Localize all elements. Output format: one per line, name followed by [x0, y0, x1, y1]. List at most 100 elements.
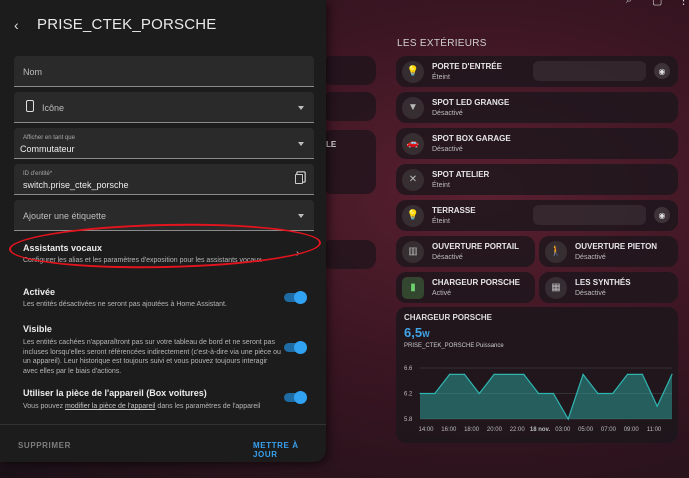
- background-card: [322, 92, 376, 121]
- palette-icon[interactable]: ◉: [654, 207, 670, 223]
- chart-point: [656, 405, 658, 407]
- walk-icon: 🚶: [545, 240, 567, 263]
- chart-point: [582, 373, 584, 375]
- chart-point: [597, 392, 599, 395]
- gate-icon: ▥: [402, 240, 424, 263]
- chart-x-tick-label: 11:00: [647, 427, 662, 433]
- icon-field[interactable]: Icône: [14, 92, 314, 123]
- chart-x-tick-label: 09:00: [624, 427, 640, 433]
- back-arrow-icon[interactable]: ‹: [14, 17, 19, 33]
- show-as-select[interactable]: Afficher en tant que Commutateur: [14, 128, 314, 159]
- update-button[interactable]: METTRE À JOUR: [253, 441, 326, 459]
- power-chart[interactable]: 6.6 6.2 5.8 14:00 16:00 18:00 20:00 22:00 18 nov…: [396, 307, 678, 443]
- tile-spot-led-grange[interactable]: ▼ SPOT LED GRANGE Désactivé: [396, 92, 678, 123]
- background-card: LE: [322, 130, 376, 194]
- tile-name: SPOT BOX GARAGE: [432, 134, 511, 143]
- tile-les-synthes[interactable]: ▦ LES SYNTHÉS Désactivé: [539, 272, 678, 303]
- brightness-slider[interactable]: [533, 205, 646, 225]
- tile-state: Désactivé: [432, 146, 463, 153]
- chart-x-tick-label: 22:00: [510, 427, 526, 433]
- background-card: [322, 56, 376, 85]
- chart-x-tick-label: 18 nov.: [530, 427, 551, 433]
- visible-description: Les entités cachées n'apparaîtront pas s…: [23, 339, 281, 375]
- show-as-value: Commutateur: [20, 144, 75, 154]
- chart-x-tick-label: 16:00: [441, 427, 457, 433]
- chart-x-tick-label: 18:00: [464, 427, 480, 433]
- chevron-down-icon[interactable]: [298, 142, 304, 146]
- tile-ouverture-portail[interactable]: ▥ OUVERTURE PORTAIL Désactivé: [396, 236, 535, 267]
- entity-id-label: ID d'entité*: [23, 171, 53, 177]
- visible-title: Visible: [23, 324, 52, 334]
- enabled-description: Les entités désactivées ne seront pas aj…: [23, 301, 227, 308]
- chart-y-tick-label: 5.8: [404, 417, 413, 423]
- tile-name: CHARGEUR PORSCHE: [432, 278, 521, 287]
- copy-icon[interactable]: [295, 174, 303, 184]
- tile-state: Désactivé: [575, 254, 606, 261]
- power-chart-card[interactable]: CHARGEUR PORSCHE 6,5W PRISE_CTEK_PORSCHE…: [396, 307, 678, 443]
- ev-charger-icon: ▮: [402, 276, 424, 299]
- dialog-title: PRISE_CTEK_PORSCHE: [37, 16, 217, 33]
- switch-icon: [26, 100, 34, 112]
- lightbulb-icon: 💡: [402, 204, 424, 227]
- section-title: LES EXTÉRIEURS: [397, 38, 487, 49]
- chart-y-tick-label: 6.2: [404, 392, 413, 398]
- tile-name: LES SYNTHÉS: [575, 278, 631, 287]
- entity-id-value: switch.prise_ctek_porsche: [23, 180, 129, 190]
- visible-toggle[interactable]: [284, 341, 307, 354]
- tile-terrasse[interactable]: 💡 TERRASSE Éteint ◉: [396, 200, 678, 231]
- chart-point: [463, 373, 466, 375]
- brightness-slider[interactable]: [533, 61, 646, 81]
- chart-area: [420, 374, 672, 419]
- palette-icon[interactable]: ◉: [654, 63, 670, 79]
- chart-point: [552, 392, 555, 395]
- edit-device-area-link[interactable]: modifier la pièce de l'appareil: [65, 403, 155, 410]
- car-icon: 🚗: [402, 132, 424, 155]
- tile-state: Désactivé: [432, 110, 463, 117]
- chart-point: [567, 418, 569, 420]
- tile-state: Éteint: [432, 74, 450, 81]
- chart-point: [493, 373, 495, 375]
- icon-field-label: Icône: [42, 103, 65, 113]
- chart-x-tick-label: 07:00: [601, 427, 617, 433]
- chevron-down-icon[interactable]: [298, 214, 304, 218]
- chart-point: [523, 373, 525, 375]
- tile-state: Activé: [432, 290, 452, 297]
- tile-name: OUVERTURE PIETON: [575, 242, 658, 251]
- chart-x-tick-label: 20:00: [487, 427, 503, 433]
- tile-name: SPOT LED GRANGE: [432, 98, 510, 107]
- tile-ouverture-pieton[interactable]: 🚶 OUVERTURE PIETON Désactivé: [539, 236, 678, 267]
- tile-name: OUVERTURE PORTAIL: [432, 242, 519, 251]
- chart-point: [612, 392, 614, 395]
- chart-x-tick-label: 14:00: [418, 427, 434, 433]
- device-area-toggle[interactable]: [284, 391, 307, 404]
- background-card-label: LE: [326, 140, 337, 149]
- enabled-toggle[interactable]: [284, 291, 307, 304]
- menu-icon[interactable]: ⋮: [678, 0, 689, 7]
- chat-icon[interactable]: ▢: [652, 0, 662, 7]
- chart-point: [449, 373, 451, 375]
- device-area-desc-before: Vous pouvez: [23, 403, 66, 410]
- tile-porte-entree[interactable]: 💡 PORTE D'ENTRÉE Éteint ◉: [396, 56, 678, 87]
- entity-id-field[interactable]: ID d'entité* switch.prise_ctek_porsche: [14, 164, 314, 195]
- tile-spot-box-garage[interactable]: 🚗 SPOT BOX GARAGE Désactivé: [396, 128, 678, 159]
- tile-name: TERRASSE: [432, 206, 476, 215]
- chart-point: [626, 373, 629, 375]
- tile-spot-atelier[interactable]: ✕ SPOT ATELIER Éteint: [396, 164, 678, 195]
- tools-icon: ✕: [402, 168, 424, 191]
- tag-field-label: Ajouter une étiquette: [23, 211, 107, 221]
- chevron-down-icon[interactable]: [298, 106, 304, 110]
- chart-point: [434, 392, 436, 395]
- delete-button[interactable]: SUPPRIMER: [18, 441, 71, 450]
- device-area-title: Utiliser la pièce de l'appareil (Box voi…: [23, 388, 207, 398]
- name-field[interactable]: Nom: [14, 56, 314, 87]
- chart-x-tick-label: 03:00: [555, 427, 571, 433]
- search-icon[interactable]: ⌕: [626, 0, 632, 7]
- tile-name: PORTE D'ENTRÉE: [432, 62, 502, 71]
- tile-state: Désactivé: [575, 290, 606, 297]
- chart-point: [478, 392, 480, 395]
- device-area-desc-after: dans les paramètres de l'appareil: [155, 403, 261, 410]
- chart-x-tick-label: 05:00: [578, 427, 594, 433]
- chart-point: [641, 373, 643, 375]
- spotlight-icon: ▼: [402, 96, 424, 119]
- tile-chargeur-porsche[interactable]: ▮ CHARGEUR PORSCHE Activé: [396, 272, 535, 303]
